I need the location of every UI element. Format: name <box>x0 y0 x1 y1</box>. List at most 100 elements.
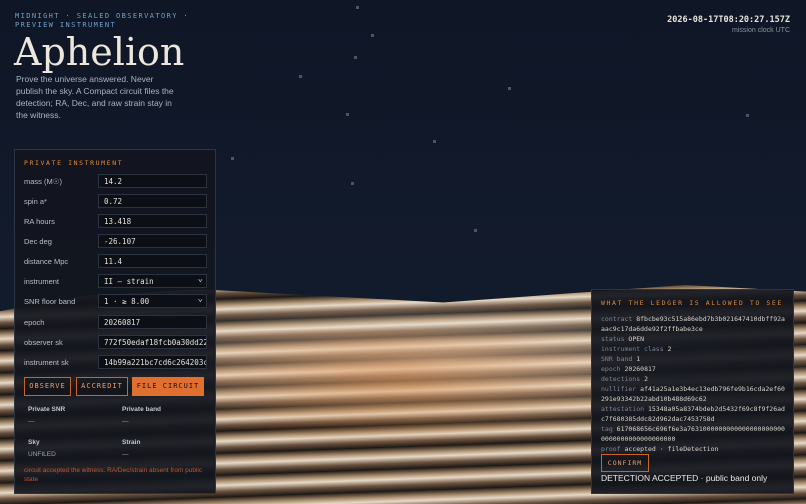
ledger-key: detections <box>601 375 641 383</box>
ledger-row-snr-band: SNR band 1 <box>601 354 786 364</box>
star <box>346 113 349 116</box>
field-label: instrument <box>24 277 60 286</box>
stat-private-band: Private band — <box>122 406 212 425</box>
snr-floor-band-value: 1 · ≥ 8.00 <box>104 297 150 306</box>
star <box>746 114 749 117</box>
field-label: observer sk <box>24 338 63 347</box>
field-label: distance Mpc <box>24 257 69 266</box>
ledger-value: 20260817 <box>624 365 656 373</box>
ledger-key: instrument class <box>601 345 664 353</box>
panel-heading: PRIVATE INSTRUMENT <box>24 159 124 167</box>
field-row-ra: RA hours 13.418 <box>24 214 207 230</box>
clock-time: 2026-08-17T08:20:27.157Z <box>667 15 790 25</box>
observe-button[interactable]: OBSERVE <box>24 377 71 396</box>
detection-result: DETECTION ACCEPTED · public band only <box>601 473 768 483</box>
ledger-row-instrument-class: instrument class 2 <box>601 344 786 354</box>
ledger-row-status: status OPEN <box>601 334 786 344</box>
stat-value: UNFILED <box>28 451 56 458</box>
ledger-value: 617068656c696f6e3a7631000000000000000000… <box>601 425 785 443</box>
instrument-select-value: II — strain <box>104 277 154 286</box>
stat-label: Private band <box>122 406 162 413</box>
field-row-mass: mass (M☉) 14.2 <box>24 174 207 190</box>
ledger-row-attestation: attestation 15348a05a8374bdeb2d5432f69c8… <box>601 404 786 424</box>
accredit-button[interactable]: ACCREDIT <box>76 377 128 396</box>
ledger-row-detections: detections 2 <box>601 374 786 384</box>
ledger-panel: WHAT THE LEDGER IS ALLOWED TO SEE contra… <box>591 289 794 494</box>
private-instrument-panel: PRIVATE INSTRUMENT mass (M☉) 14.2 spin a… <box>14 149 216 494</box>
ledger-key: tag <box>601 425 613 433</box>
ledger-row-proof: proof accepted · fileDetection <box>601 444 786 454</box>
field-row-instrument: instrument II — strain <box>24 274 207 290</box>
distance-input[interactable]: 11.4 <box>98 254 207 268</box>
field-label: epoch <box>24 318 45 327</box>
panel-heading: WHAT THE LEDGER IS ALLOWED TO SEE <box>601 299 783 307</box>
page-title: Aphelion <box>14 30 185 74</box>
ledger-value: 2 <box>644 375 648 383</box>
ledger-value: 1 <box>636 355 641 363</box>
page-subtitle: MIDNIGHT · SEALED OBSERVATORY · PREVIEW … <box>15 12 190 29</box>
field-label: instrument sk <box>24 358 69 367</box>
stat-strain: Strain — <box>122 439 212 458</box>
ledger-key: SNR band <box>601 355 633 363</box>
page-lede: Prove the universe answered. Never publi… <box>16 74 174 120</box>
star <box>433 140 436 143</box>
field-label: Dec deg <box>24 237 52 246</box>
ledger-row-nullifier: nullifier af41a25a1e3b4ec13edb796fe9b16c… <box>601 384 786 404</box>
field-label: SNR floor band <box>24 297 76 306</box>
field-label: RA hours <box>24 217 55 226</box>
field-row-spin: spin a* 0.72 <box>24 194 207 210</box>
field-row-distance: distance Mpc 11.4 <box>24 254 207 270</box>
instrument-select[interactable]: II — strain <box>98 274 207 288</box>
ledger-value: accepted · fileDetection <box>624 445 719 453</box>
clock-label: mission clock UTC <box>732 27 790 34</box>
accretion-glow <box>150 330 650 450</box>
ledger-key: proof <box>601 445 621 453</box>
epoch-input[interactable]: 20260817 <box>98 315 207 329</box>
ledger-value: 2 <box>667 345 672 353</box>
stat-label: Private SNR <box>28 406 66 413</box>
ledger-key: epoch <box>601 365 621 373</box>
ledger-row-tag: tag 617068656c696f6e3a763100000000000000… <box>601 424 786 444</box>
stat-sky: Sky UNFILED <box>28 439 118 458</box>
star <box>231 157 234 160</box>
ledger-list: contract 8fbcbe93c515a86ebd7b3b021647410… <box>601 314 786 454</box>
stat-value: — <box>28 418 35 425</box>
star <box>299 75 302 78</box>
field-row-snr-band: SNR floor band 1 · ≥ 8.00 <box>24 294 207 310</box>
ledger-value: OPEN <box>628 335 645 343</box>
ledger-row-contract: contract 8fbcbe93c515a86ebd7b3b021647410… <box>601 314 786 334</box>
ledger-key: contract <box>601 315 633 323</box>
stat-value: — <box>122 451 129 458</box>
instrument-sk-input[interactable]: 14b99a221bc7cd6c264203c7 <box>98 355 207 369</box>
stat-value: — <box>122 418 129 425</box>
star <box>474 229 477 232</box>
ledger-key: nullifier <box>601 385 637 393</box>
dec-deg-input[interactable]: -26.107 <box>98 234 207 248</box>
star <box>356 6 359 9</box>
spin-input[interactable]: 0.72 <box>98 194 207 208</box>
star <box>371 34 374 37</box>
star <box>354 56 357 59</box>
mission-clock: 2026-08-17T08:20:27.157Z mission clock U… <box>667 15 790 34</box>
field-row-observer-sk: observer sk 772f50edaf18fcb0a30dd22c0 <box>24 335 207 351</box>
observer-sk-input[interactable]: 772f50edaf18fcb0a30dd22c0 <box>98 335 207 349</box>
stat-label: Strain <box>122 439 141 446</box>
snr-floor-band-select[interactable]: 1 · ≥ 8.00 <box>98 294 207 308</box>
ledger-key: attestation <box>601 405 645 413</box>
field-row-dec: Dec deg -26.107 <box>24 234 207 250</box>
star <box>508 87 511 90</box>
stat-private-snr: Private SNR — <box>28 406 118 425</box>
confirm-button[interactable]: CONFIRM <box>601 454 649 472</box>
field-row-instrument-sk: instrument sk 14b99a221bc7cd6c264203c7 <box>24 355 207 371</box>
ledger-key: status <box>601 335 625 343</box>
ra-hours-input[interactable]: 13.418 <box>98 214 207 228</box>
star <box>351 182 354 185</box>
mass-input[interactable]: 14.2 <box>98 174 207 188</box>
stat-label: Sky <box>28 439 40 446</box>
field-label: spin a* <box>24 197 47 206</box>
file-circuit-button[interactable]: FILE CIRCUIT <box>132 377 204 396</box>
field-label: mass (M☉) <box>24 177 62 186</box>
ledger-row-epoch: epoch 20260817 <box>601 364 786 374</box>
circuit-status-message: circuit accepted the witness. RA/Dec/str… <box>24 467 203 483</box>
field-row-epoch: epoch 20260817 <box>24 315 207 331</box>
